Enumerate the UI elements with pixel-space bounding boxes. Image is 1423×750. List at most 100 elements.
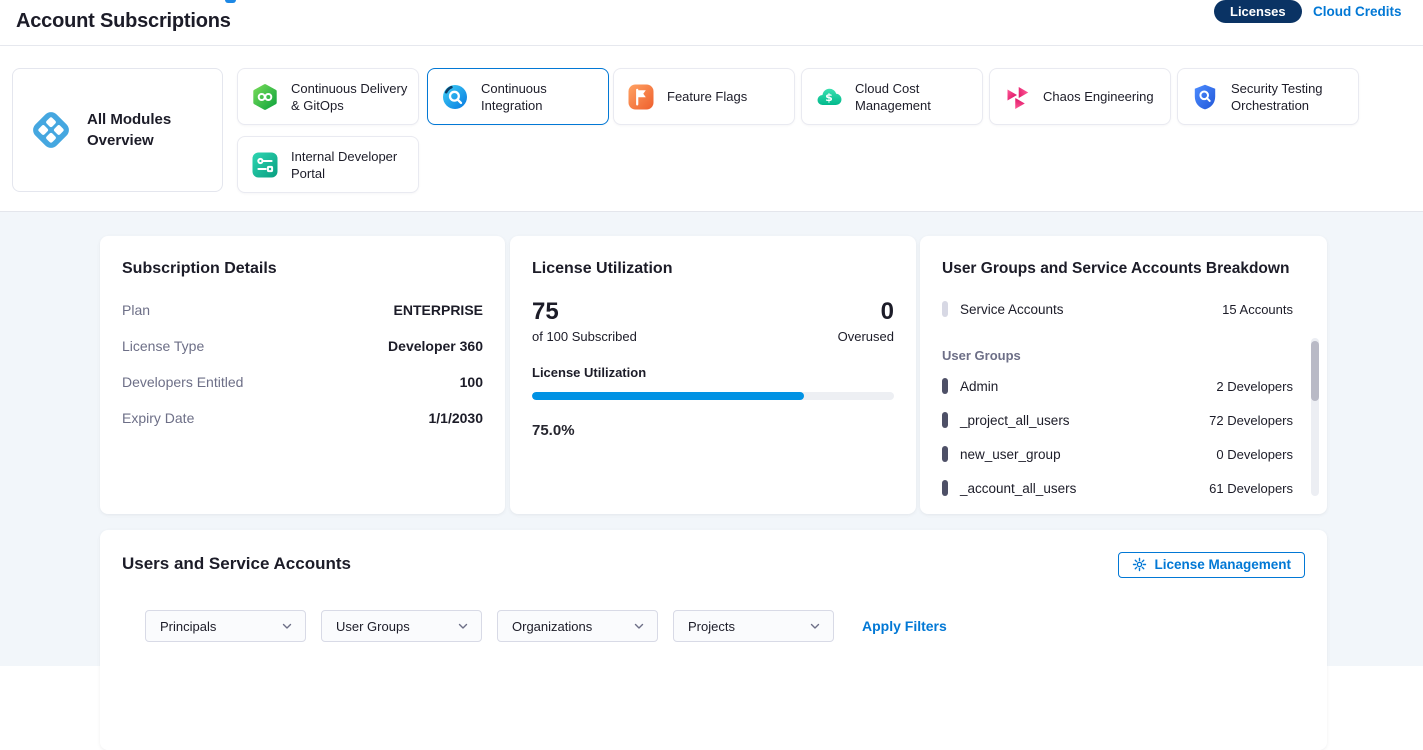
module-label: Cloud Cost Management: [855, 80, 982, 114]
filters-row: Principals User Groups Organizations Pro…: [145, 610, 947, 642]
continuous-integration-icon: [441, 83, 469, 111]
apply-filters-link[interactable]: Apply Filters: [862, 618, 947, 634]
subscription-details-card: Subscription Details Plan ENTERPRISE Lic…: [100, 236, 505, 514]
module-card-security-testing[interactable]: Security Testing Orchestration: [1177, 68, 1359, 125]
gear-icon: [1132, 557, 1147, 572]
all-modules-overview-card[interactable]: All Modules Overview: [12, 68, 223, 192]
chevron-down-icon: [457, 620, 469, 632]
clipped-blue-icon-fragment: [225, 0, 236, 3]
utilization-bar-track: [532, 392, 894, 400]
security-testing-icon: [1191, 83, 1219, 111]
module-card-chaos-engineering[interactable]: Chaos Engineering: [989, 68, 1171, 125]
group-count: 2 Developers: [1216, 379, 1293, 394]
all-modules-overview-label: All Modules Overview: [87, 109, 179, 151]
tab-licenses[interactable]: Licenses: [1214, 0, 1302, 23]
user-groups-list: Admin 2 Developers _project_all_users 72…: [942, 369, 1305, 505]
module-label: Security Testing Orchestration: [1231, 80, 1358, 114]
service-accounts-row: Service Accounts 15 Accounts: [942, 292, 1305, 326]
utilization-bar-fill: [532, 392, 804, 400]
table-row: Plan ENTERPRISE: [122, 292, 483, 328]
subscribed-stat: 75 of 100 Subscribed: [532, 298, 637, 344]
module-card-internal-developer-portal[interactable]: Internal Developer Portal: [237, 136, 419, 193]
page-header: Account Subscriptions Licenses Cloud Cre…: [0, 0, 1423, 46]
feature-flags-icon: [627, 83, 655, 111]
group-marker: [942, 412, 948, 428]
users-service-accounts-card: Users and Service Accounts License Manag…: [100, 530, 1327, 750]
group-marker: [942, 446, 948, 462]
dropdown-label: Principals: [160, 619, 216, 634]
chevron-down-icon: [633, 620, 645, 632]
subscribed-caption: of 100 Subscribed: [532, 329, 637, 344]
group-count: 61 Developers: [1209, 481, 1293, 496]
group-name: _account_all_users: [960, 481, 1076, 496]
license-utilization-card: License Utilization 75 of 100 Subscribed…: [510, 236, 916, 514]
breakdown-card: User Groups and Service Accounts Breakdo…: [920, 236, 1327, 514]
overused-stat: 0 Overused: [838, 298, 894, 344]
list-item: new_user_group 0 Developers: [942, 437, 1305, 471]
row-label: Plan: [122, 302, 150, 318]
row-value: ENTERPRISE: [394, 302, 483, 318]
overused-count: 0: [838, 298, 894, 326]
list-item: Admin 2 Developers: [942, 369, 1305, 403]
page-title: Account Subscriptions: [16, 10, 231, 33]
module-label: Continuous Delivery & GitOps: [291, 80, 418, 114]
scrollbar[interactable]: [1311, 338, 1319, 496]
user-groups-dropdown[interactable]: User Groups: [321, 610, 482, 642]
tab-cloud-credits[interactable]: Cloud Credits: [1313, 4, 1402, 19]
group-name: Admin: [960, 379, 998, 394]
svg-text:$: $: [825, 91, 833, 104]
row-label: License Type: [122, 338, 204, 354]
row-value: 15 Accounts: [1222, 302, 1293, 317]
breakdown-title: User Groups and Service Accounts Breakdo…: [942, 260, 1305, 278]
table-row: Developers Entitled 100: [122, 364, 483, 400]
organizations-dropdown[interactable]: Organizations: [497, 610, 658, 642]
internal-developer-portal-icon: [251, 151, 279, 179]
row-value: 1/1/2030: [429, 410, 484, 426]
table-row: License Type Developer 360: [122, 328, 483, 364]
module-label: Internal Developer Portal: [291, 148, 418, 182]
group-name: new_user_group: [960, 447, 1061, 462]
chaos-engineering-icon: [1003, 83, 1031, 111]
scrollbar-thumb[interactable]: [1311, 341, 1319, 401]
projects-dropdown[interactable]: Projects: [673, 610, 834, 642]
module-card-continuous-integration[interactable]: Continuous Integration: [427, 68, 609, 125]
module-label: Feature Flags: [667, 88, 755, 105]
module-card-cd-gitops[interactable]: Continuous Delivery & GitOps: [237, 68, 419, 125]
group-marker: [942, 378, 948, 394]
cd-gitops-icon: [251, 83, 279, 111]
row-label: Expiry Date: [122, 410, 194, 426]
dropdown-label: User Groups: [336, 619, 410, 634]
module-label: Chaos Engineering: [1043, 88, 1162, 105]
subscription-details-title: Subscription Details: [122, 260, 483, 278]
chevron-down-icon: [809, 620, 821, 632]
subscription-details-rows: Plan ENTERPRISE License Type Developer 3…: [122, 292, 483, 436]
utilization-stats: 75 of 100 Subscribed 0 Overused: [532, 298, 894, 344]
dropdown-label: Projects: [688, 619, 735, 634]
utilization-bar-label: License Utilization: [532, 365, 894, 380]
license-management-button[interactable]: License Management: [1118, 552, 1305, 578]
dropdown-label: Organizations: [512, 619, 592, 634]
row-value: 100: [460, 374, 483, 390]
list-item: _account_all_users 61 Developers: [942, 471, 1305, 505]
subscribed-count: 75: [532, 298, 637, 326]
group-marker: [942, 480, 948, 496]
cloud-cost-icon: $: [815, 83, 843, 111]
modules-bar: All Modules Overview Continuous Delivery…: [0, 46, 1423, 212]
service-accounts-marker: [942, 301, 948, 317]
group-count: 0 Developers: [1216, 447, 1293, 462]
module-label: Continuous Integration: [481, 80, 608, 114]
table-row: Expiry Date 1/1/2030: [122, 400, 483, 436]
user-groups-section-label: User Groups: [942, 348, 1305, 363]
list-item: _project_all_users 72 Developers: [942, 403, 1305, 437]
license-management-label: License Management: [1154, 557, 1291, 572]
row-value: Developer 360: [388, 338, 483, 354]
group-count: 72 Developers: [1209, 413, 1293, 428]
license-utilization-title: License Utilization: [532, 260, 894, 278]
group-name: _project_all_users: [960, 413, 1070, 428]
row-label: Service Accounts: [960, 302, 1064, 317]
overused-caption: Overused: [838, 329, 894, 344]
module-card-feature-flags[interactable]: Feature Flags: [613, 68, 795, 125]
principals-dropdown[interactable]: Principals: [145, 610, 306, 642]
chevron-down-icon: [281, 620, 293, 632]
module-card-cloud-cost[interactable]: $ Cloud Cost Management: [801, 68, 983, 125]
